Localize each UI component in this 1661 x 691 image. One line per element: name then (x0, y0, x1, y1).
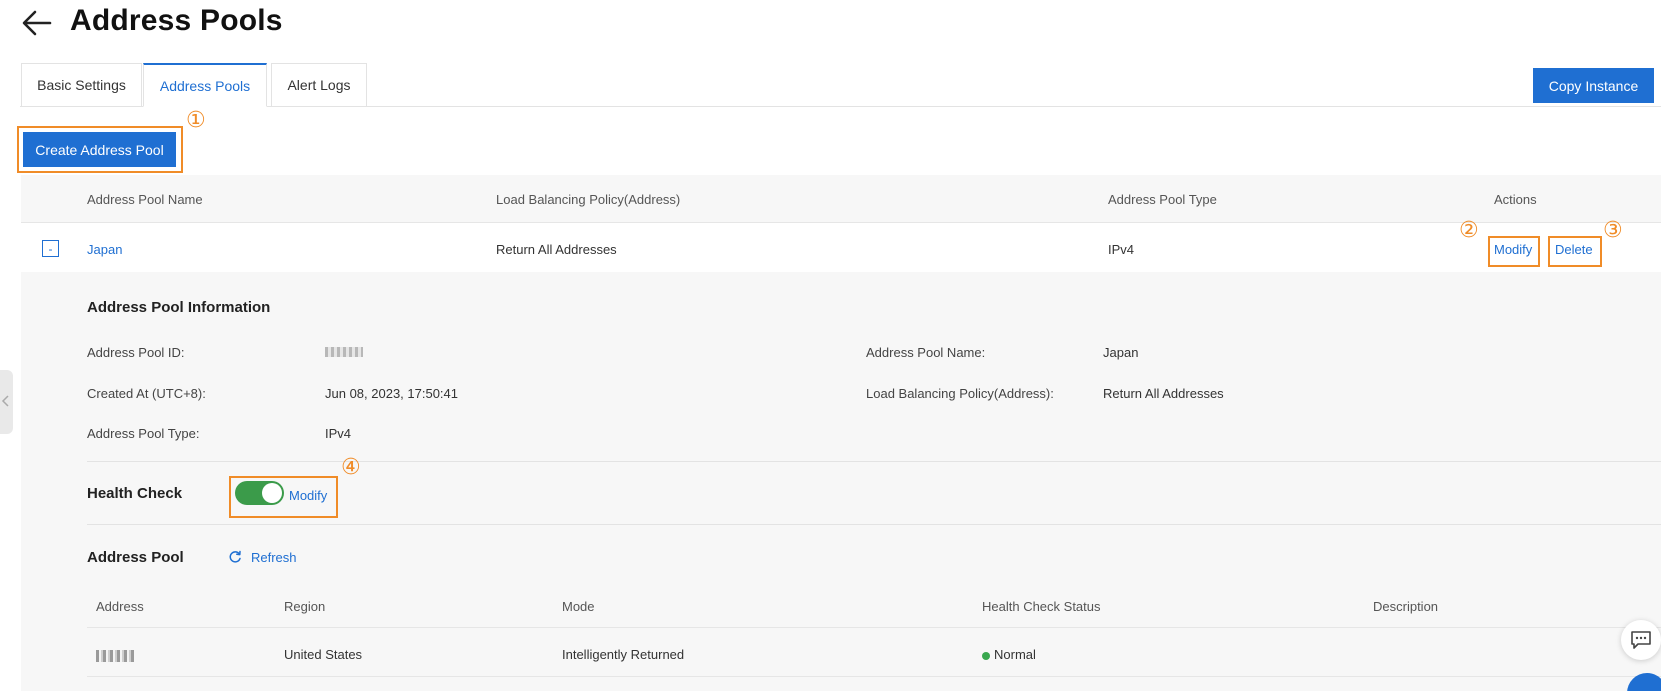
column-header-health-status: Health Check Status (982, 599, 1101, 614)
column-header-actions: Actions (1494, 192, 1537, 207)
health-check-title: Health Check (87, 485, 183, 502)
mode-cell: Intelligently Returned (562, 647, 685, 662)
column-header-description: Description (1373, 599, 1439, 614)
pool-type-label: Address Pool Type: (87, 426, 200, 441)
health-status-cell: Normal (994, 647, 1036, 662)
page-title: Address Pools (70, 4, 283, 37)
annotation-marker-2: ② (1459, 218, 1479, 243)
row-divider (87, 676, 1661, 677)
column-header-name: Address Pool Name (87, 192, 203, 207)
table-header (21, 175, 1661, 223)
collapse-row-button[interactable]: - (42, 240, 59, 257)
created-at-label: Created At (UTC+8): (87, 386, 206, 401)
health-check-modify-link[interactable]: Modify (289, 488, 327, 503)
section-divider (87, 461, 1661, 462)
back-arrow-icon[interactable] (20, 8, 54, 38)
address-pool-title: Address Pool (87, 549, 184, 566)
row-divider (87, 627, 1661, 628)
copy-instance-button[interactable]: Copy Instance (1533, 68, 1654, 103)
region-cell: United States (284, 647, 363, 662)
pool-info-title: Address Pool Information (87, 299, 271, 316)
pool-name-link[interactable]: Japan (87, 242, 122, 257)
address-redacted (96, 650, 134, 662)
annotation-marker-4: ④ (341, 455, 361, 480)
column-header-policy: Load Balancing Policy(Address) (496, 192, 681, 207)
pool-policy-cell: Return All Addresses (496, 242, 617, 257)
pool-id-redacted (325, 347, 363, 357)
pool-id-label: Address Pool ID: (87, 345, 185, 360)
policy-value: Return All Addresses (1103, 386, 1224, 401)
pool-name-value: Japan (1103, 345, 1139, 360)
chevron-left-icon (1, 395, 9, 407)
annotation-marker-1: ① (186, 108, 206, 133)
created-at-value: Jun 08, 2023, 17:50:41 (325, 386, 459, 401)
column-header-address: Address (96, 599, 144, 614)
annotation-marker-3: ③ (1603, 218, 1623, 243)
modify-pool-link[interactable]: Modify (1494, 242, 1532, 257)
chat-icon (1631, 631, 1651, 649)
delete-pool-link[interactable]: Delete (1555, 242, 1593, 257)
column-header-mode: Mode (562, 599, 595, 614)
status-normal-dot (982, 652, 990, 660)
create-address-pool-button[interactable]: Create Address Pool (23, 132, 176, 167)
chat-button[interactable] (1621, 620, 1661, 660)
tab-address-pools[interactable]: Address Pools (143, 63, 267, 107)
tab-basic-settings[interactable]: Basic Settings (21, 63, 142, 107)
section-divider (87, 524, 1661, 525)
column-header-type: Address Pool Type (1108, 192, 1217, 207)
pool-name-label: Address Pool Name: (866, 345, 986, 360)
refresh-button[interactable]: Refresh (251, 550, 297, 565)
pool-type-cell: IPv4 (1108, 242, 1135, 257)
policy-label: Load Balancing Policy(Address): (866, 386, 1054, 401)
pool-type-value: IPv4 (325, 426, 352, 441)
column-header-region: Region (284, 599, 326, 614)
row-divider (21, 222, 1661, 223)
refresh-icon[interactable] (228, 550, 242, 564)
toggle-knob (262, 483, 282, 503)
tab-alert-logs[interactable]: Alert Logs (271, 63, 367, 107)
